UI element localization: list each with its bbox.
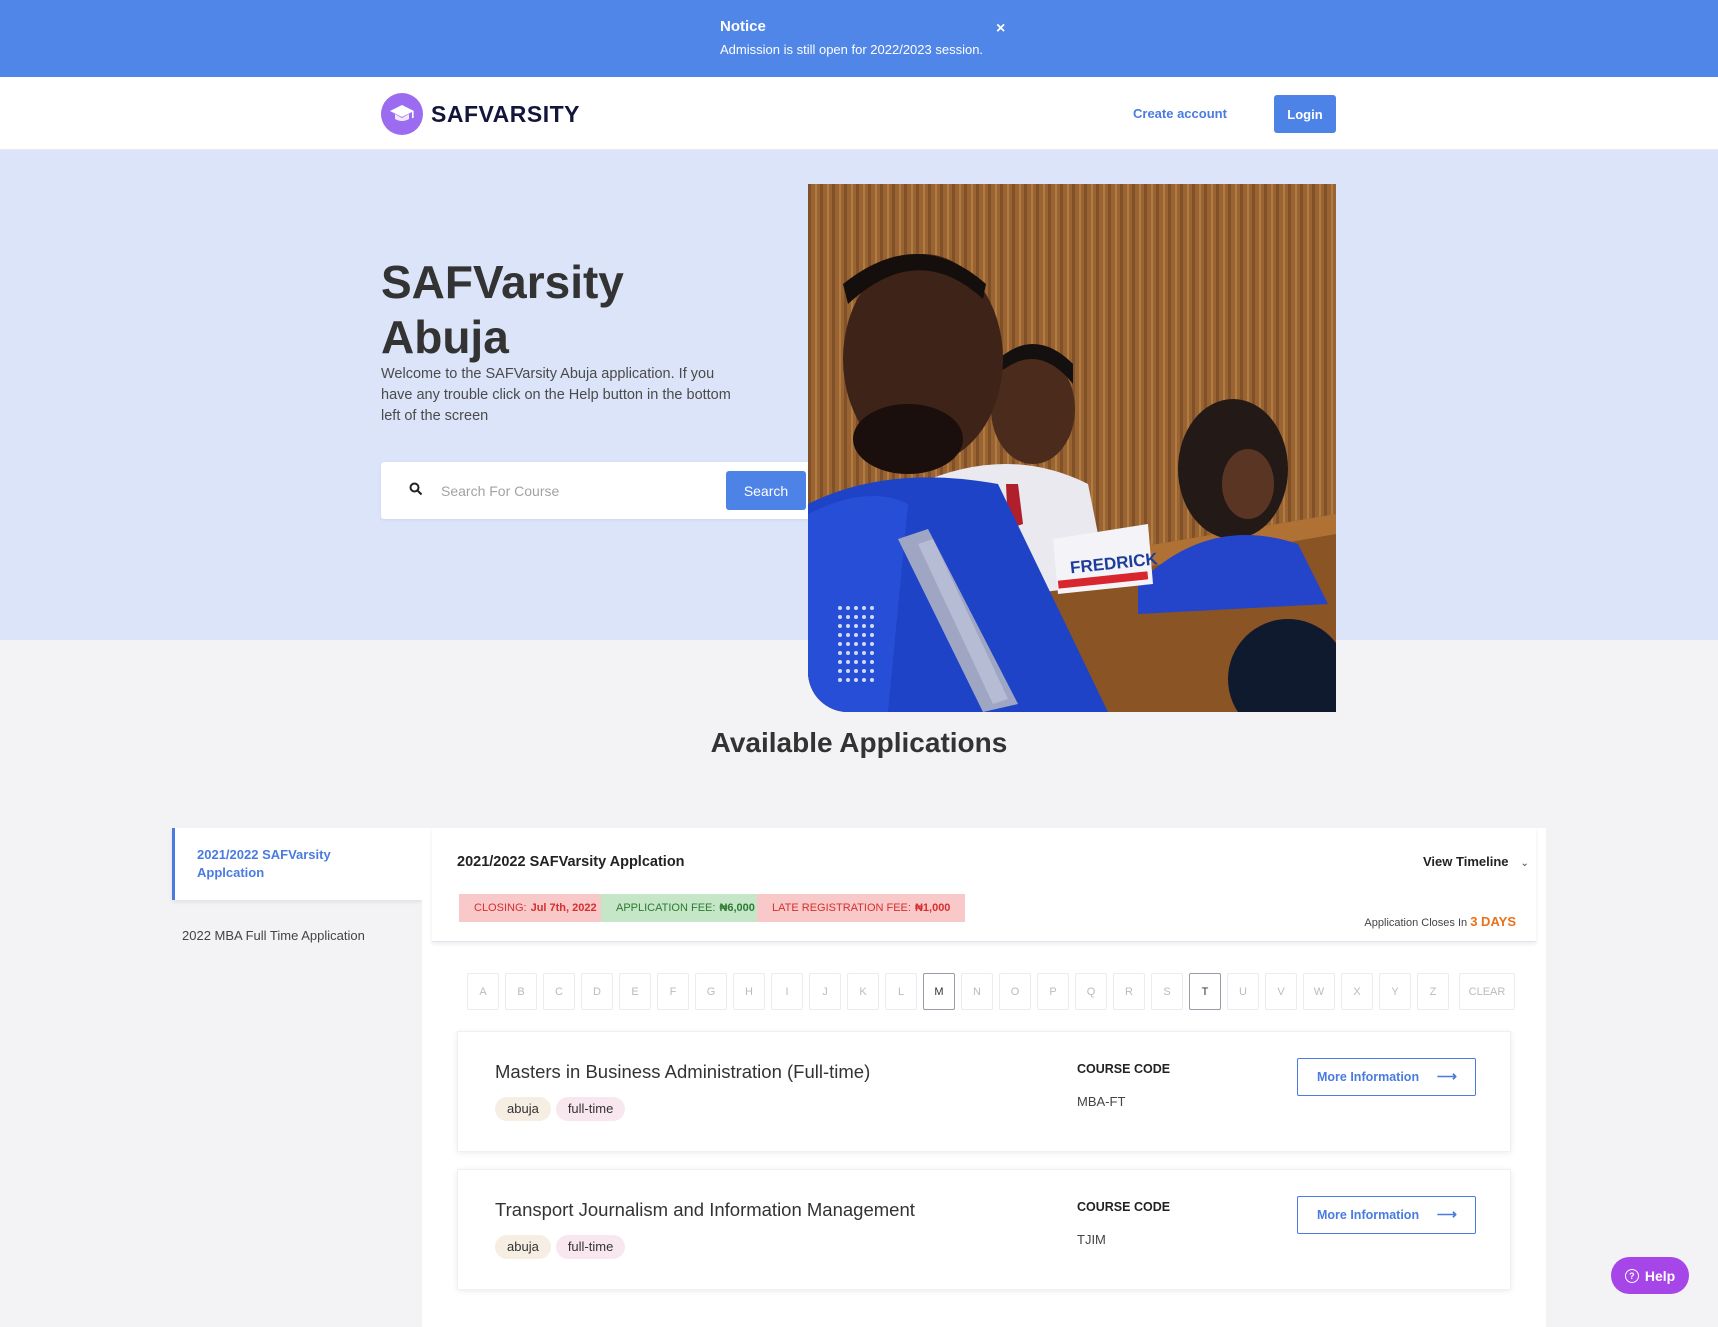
more-information-label: More Information	[1317, 1208, 1420, 1222]
hero-photo: FREDRICK	[808, 184, 1336, 712]
letter-filter-f[interactable]: F	[657, 973, 689, 1010]
application-title: 2021/2022 SAFVarsity Applcation	[457, 854, 685, 870]
letter-filter-h[interactable]: H	[733, 973, 765, 1010]
type-tag: full-time	[555, 1235, 626, 1259]
application-fee-badge: APPLICATION FEE: ₦6,000	[601, 894, 770, 922]
view-timeline-toggle[interactable]: View Timeline ⌄	[1423, 854, 1529, 869]
help-button[interactable]: ? Help	[1611, 1257, 1689, 1294]
letter-filter-n[interactable]: N	[961, 973, 993, 1010]
search-input[interactable]	[441, 479, 701, 503]
chevron-down-icon: ⌄	[1520, 858, 1529, 869]
course-tags: abuja full-time	[495, 1097, 626, 1121]
application-header: 2021/2022 SAFVarsity Applcation View Tim…	[432, 828, 1536, 942]
sidebar-item-mba-application[interactable]: 2022 MBA Full Time Application	[182, 928, 365, 943]
closes-in-text: Application Closes In 3 DAYS	[1364, 914, 1516, 929]
letter-filter-x[interactable]: X	[1341, 973, 1373, 1010]
course-tags: abuja full-time	[495, 1235, 626, 1259]
letter-filter-u[interactable]: U	[1227, 973, 1259, 1010]
more-information-label: More Information	[1317, 1070, 1420, 1084]
hero-description: Welcome to the SAFVarsity Abuja applicat…	[381, 366, 731, 424]
letter-filter-d[interactable]: D	[581, 973, 613, 1010]
letter-filter-l[interactable]: L	[885, 973, 917, 1010]
logo-text: SAFVARSITY	[431, 100, 580, 127]
letter-filter-i[interactable]: I	[771, 973, 803, 1010]
late-fee-label: LATE REGISTRATION FEE:	[772, 902, 911, 914]
letter-filter-g[interactable]: G	[695, 973, 727, 1010]
arrow-right-icon: ⟶	[1436, 1068, 1457, 1084]
logo[interactable]: SAFVARSITY	[381, 93, 580, 135]
letter-filter-q[interactable]: Q	[1075, 973, 1107, 1010]
closing-badge: CLOSING: Jul 7th, 2022	[459, 894, 612, 922]
late-fee-badge: LATE REGISTRATION FEE: ₦1,000	[757, 894, 966, 922]
letter-filter-t[interactable]: T	[1189, 973, 1221, 1010]
course-card: Transport Journalism and Information Man…	[457, 1169, 1511, 1290]
application-fee-value: ₦6,000	[719, 902, 755, 914]
letter-filter-r[interactable]: R	[1113, 973, 1145, 1010]
letter-filter-e[interactable]: E	[619, 973, 651, 1010]
help-label: Help	[1644, 1267, 1676, 1284]
location-tag: abuja	[495, 1235, 551, 1259]
site-header: SAFVARSITY Create account Login	[0, 77, 1718, 150]
location-tag: abuja	[495, 1097, 551, 1121]
letter-filter-p[interactable]: P	[1037, 973, 1069, 1010]
letter-filter-j[interactable]: J	[809, 973, 841, 1010]
view-timeline-label: View Timeline	[1423, 854, 1509, 869]
search-icon	[409, 482, 423, 496]
closing-label: CLOSING:	[474, 902, 527, 914]
course-search-box: Search	[381, 462, 814, 519]
application-fee-label: APPLICATION FEE:	[616, 902, 716, 914]
letter-filter-b[interactable]: B	[505, 973, 537, 1010]
letter-filter-z[interactable]: Z	[1417, 973, 1449, 1010]
graduation-cap-icon	[381, 93, 423, 135]
course-code-value: MBA-FT	[1077, 1094, 1126, 1109]
close-icon[interactable]: ×	[996, 20, 1005, 38]
course-code-label: COURSE CODE	[1077, 1200, 1171, 1214]
hero-title: SAFVarsity Abuja	[381, 256, 624, 363]
more-information-button[interactable]: More Information ⟶	[1297, 1058, 1476, 1096]
help-icon: ?	[1624, 1268, 1639, 1283]
course-title: Transport Journalism and Information Man…	[495, 1199, 915, 1220]
create-account-link[interactable]: Create account	[1133, 106, 1227, 121]
clear-filter-button[interactable]: CLEAR	[1459, 973, 1515, 1010]
alphabet-filter: A B C D E F G H I J K L M N O P Q R S T U V W X Y Z CLEAR	[467, 973, 1515, 1010]
late-fee-value: ₦1,000	[914, 902, 951, 914]
course-title: Masters in Business Administration (Full…	[495, 1061, 871, 1082]
letter-filter-y[interactable]: Y	[1379, 973, 1411, 1010]
more-information-button[interactable]: More Information ⟶	[1297, 1196, 1476, 1234]
closing-value: Jul 7th, 2022	[530, 902, 597, 914]
letter-filter-a[interactable]: A	[467, 973, 499, 1010]
closes-in-label: Application Closes In	[1364, 917, 1468, 929]
letter-filter-o[interactable]: O	[999, 973, 1031, 1010]
available-applications-title: Available Applications	[710, 727, 1008, 758]
letter-filter-k[interactable]: K	[847, 973, 879, 1010]
letter-filter-v[interactable]: V	[1265, 973, 1297, 1010]
search-button[interactable]: Search	[726, 471, 806, 510]
course-card: Masters in Business Administration (Full…	[457, 1031, 1511, 1152]
login-button[interactable]: Login	[1274, 95, 1336, 133]
notice-text: Admission is still open for 2022/2023 se…	[720, 42, 984, 57]
letter-filter-m[interactable]: M	[923, 973, 955, 1010]
letter-filter-s[interactable]: S	[1151, 973, 1183, 1010]
course-code-value: TJIM	[1077, 1232, 1106, 1247]
course-code-label: COURSE CODE	[1077, 1062, 1171, 1076]
sidebar-item-safvarsity-application[interactable]: 2021/2022 SAFVarsity Applcation	[172, 828, 422, 900]
notice-title: Notice	[720, 18, 766, 35]
notice-banner: Notice Admission is still open for 2022/…	[0, 0, 1718, 77]
letter-filter-w[interactable]: W	[1303, 973, 1335, 1010]
letter-filter-c[interactable]: C	[543, 973, 575, 1010]
arrow-right-icon: ⟶	[1436, 1206, 1457, 1222]
type-tag: full-time	[555, 1097, 626, 1121]
closes-in-days: 3 DAYS	[1470, 914, 1516, 929]
